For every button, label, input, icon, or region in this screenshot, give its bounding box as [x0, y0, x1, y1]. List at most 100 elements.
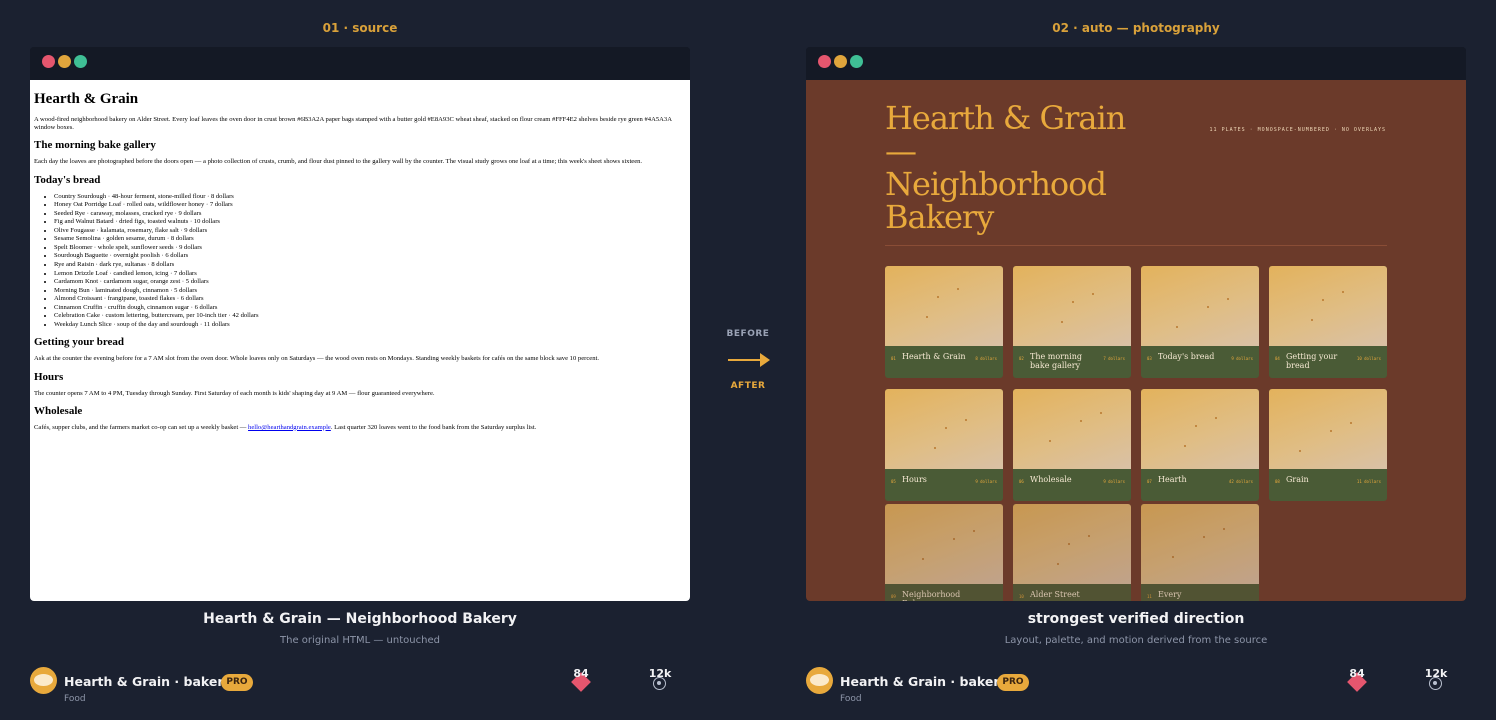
bread-heading: Today's bread	[34, 173, 101, 186]
result-panel-label: 02 · auto — photography	[1052, 21, 1220, 35]
plate-card[interactable]: 04 Getting your bread 10 dollars	[1269, 266, 1387, 378]
author-name[interactable]: Hearth & Grain · bakery	[64, 674, 232, 689]
list-item: Honey Oat Porridge Loaf · rolled oats, w…	[54, 201, 686, 210]
styled-page: Hearth & Grain — Neighborhood Bakery 11 …	[806, 80, 1466, 601]
pro-badge: PRO	[221, 674, 253, 691]
plate-card[interactable]: 08 Grain 11 dollars	[1269, 389, 1387, 501]
author-row: Hearth & Grain · bakery PRO Food 84 12k	[30, 667, 690, 707]
crumb-speck	[1080, 420, 1082, 422]
plate-name: Neighborhood Bakery	[902, 590, 961, 601]
plate-card[interactable]: 10 Alder Street	[1013, 504, 1131, 601]
crumb-speck	[1100, 412, 1102, 414]
author-name[interactable]: Hearth & Grain · bakery	[840, 674, 1008, 689]
views-stat: 12k	[645, 667, 675, 693]
plate-photo	[885, 266, 1003, 346]
window-titlebar	[30, 47, 690, 80]
plate-photo	[1013, 266, 1131, 346]
after-label: AFTER	[730, 381, 766, 391]
plate-number: 02	[1019, 356, 1024, 361]
plate-card[interactable]: 02 The morning bake gallery 7 dollars	[1013, 266, 1131, 378]
wholesale-text-before: Cafés, supper clubs, and the farmers mar…	[34, 423, 249, 431]
plate-number: 06	[1019, 479, 1024, 484]
crumb-speck	[1330, 430, 1332, 432]
list-item: Sesame Semolina · golden sesame, durum ·…	[54, 235, 686, 244]
views-stat: 12k	[1421, 667, 1451, 693]
source-window: Hearth & Grain A wood-fired neighborhood…	[30, 47, 690, 601]
close-dot-icon[interactable]	[42, 55, 55, 68]
minimize-dot-icon[interactable]	[834, 55, 847, 68]
plate-footer: 11 Every	[1141, 584, 1259, 601]
plate-name: Today's bread	[1158, 352, 1215, 361]
plate-name: Every	[1158, 590, 1182, 599]
crumb-speck	[1207, 306, 1209, 308]
avatar[interactable]	[806, 667, 833, 694]
minimize-dot-icon[interactable]	[58, 55, 71, 68]
plate-photo	[1013, 504, 1131, 584]
plate-photo	[1269, 389, 1387, 469]
window-titlebar	[806, 47, 1466, 80]
close-dot-icon[interactable]	[818, 55, 831, 68]
plate-name: Alder Street	[1030, 590, 1080, 599]
getting-heading: Getting your bread	[34, 336, 125, 349]
maximize-dot-icon[interactable]	[74, 55, 87, 68]
plate-number: 08	[1275, 479, 1280, 484]
plate-number: 07	[1147, 479, 1152, 484]
email-link[interactable]: hello@hearthandgrain.example	[248, 424, 331, 431]
plate-card[interactable]: 09 Neighborhood Bakery	[885, 504, 1003, 601]
getting-paragraph: Ask at the counter the evening before fo…	[34, 355, 599, 363]
result-caption-title: strongest verified direction	[1027, 611, 1245, 627]
gallery-heading: The morning bake gallery	[34, 139, 156, 152]
wholesale-text-after: . Last quarter 320 loaves went to the fo…	[330, 423, 537, 431]
plate-footer: 10 Alder Street	[1013, 584, 1131, 601]
plate-card[interactable]: 05 Hours 9 dollars	[885, 389, 1003, 501]
avatar[interactable]	[30, 667, 57, 694]
plate-name: Grain	[1286, 475, 1309, 484]
plate-footer: 06 Wholesale 9 dollars	[1013, 469, 1131, 501]
likes-stat[interactable]: 84	[566, 667, 596, 693]
plate-card[interactable]: 07 Hearth 42 dollars	[1141, 389, 1259, 501]
plate-card[interactable]: 03 Today's bread 9 dollars	[1141, 266, 1259, 378]
crumb-speck	[926, 316, 928, 318]
plate-name: Hearth	[1158, 475, 1187, 484]
list-item: Spelt Bloomer · whole spelt, sunflower s…	[54, 244, 686, 253]
maximize-dot-icon[interactable]	[850, 55, 863, 68]
plate-name: Hearth & Grain	[902, 352, 966, 361]
crumb-speck	[965, 419, 967, 421]
crumb-speck	[1184, 445, 1186, 447]
result-window: Hearth & Grain — Neighborhood Bakery 11 …	[806, 47, 1466, 601]
before-label: BEFORE	[726, 329, 770, 339]
list-item: Cardamom Knot · cardamom sugar, orange z…	[54, 278, 686, 287]
crumb-speck	[1072, 301, 1074, 303]
plate-photo	[1141, 504, 1259, 584]
crumb-speck	[1350, 422, 1352, 424]
crumb-speck	[1061, 321, 1063, 323]
plate-number: 11	[1147, 594, 1152, 599]
author-category: Food	[840, 694, 862, 704]
crumb-speck	[1223, 528, 1225, 530]
plate-number: 09	[891, 594, 896, 599]
list-item: Country Sourdough · 48-hour ferment, sto…	[54, 193, 686, 202]
plate-card[interactable]: 06 Wholesale 9 dollars	[1013, 389, 1131, 501]
plate-footer: 07 Hearth 42 dollars	[1141, 469, 1259, 501]
crumb-speck	[1227, 298, 1229, 300]
crumb-speck	[1311, 319, 1313, 321]
list-item: Cinnamon Cruffin · cruffin dough, cinnam…	[54, 304, 686, 313]
crumb-speck	[1068, 543, 1070, 545]
plate-card[interactable]: 11 Every	[1141, 504, 1259, 601]
wholesale-heading: Wholesale	[34, 404, 83, 417]
plate-number: 01	[891, 356, 896, 361]
styled-title: Hearth & Grain — Neighborhood Bakery	[885, 99, 1126, 236]
plate-price: 8 dollars	[975, 356, 997, 361]
likes-stat[interactable]: 84	[1342, 667, 1372, 693]
list-item: Morning Bun · laminated dough, cinnamon …	[54, 287, 686, 296]
crumb-speck	[1172, 556, 1174, 558]
crumb-speck	[1322, 299, 1324, 301]
list-item: Sourdough Baguette · overnight poolish ·…	[54, 252, 686, 261]
plate-card[interactable]: 01 Hearth & Grain 8 dollars	[885, 266, 1003, 378]
crumb-speck	[957, 288, 959, 290]
plate-number: 03	[1147, 356, 1152, 361]
intro-paragraph: A wood-fired neighborhood bakery on Alde…	[34, 116, 672, 132]
gallery-paragraph: Each day the loaves are photographed bef…	[34, 158, 643, 166]
plate-footer: 03 Today's bread 9 dollars	[1141, 346, 1259, 378]
plate-name: Hours	[902, 475, 927, 484]
